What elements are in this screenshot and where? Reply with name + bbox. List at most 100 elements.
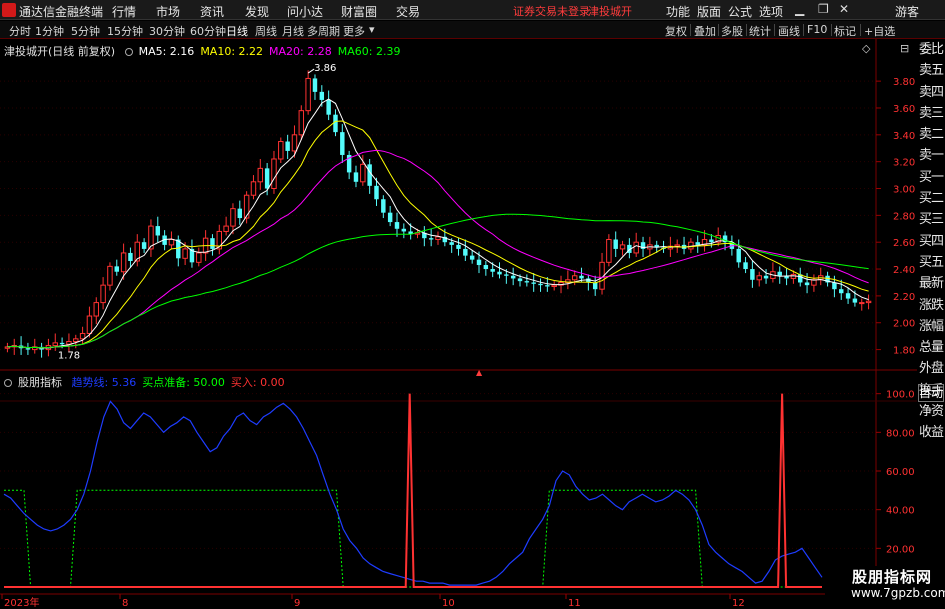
menu-item-function[interactable]: 功能 xyxy=(666,3,690,20)
period-tab-weekly[interactable]: 周线 xyxy=(255,23,277,39)
candle-body xyxy=(93,302,99,317)
menu-item-news[interactable]: 资讯 xyxy=(200,3,224,20)
pane-collapse-icon[interactable]: ⊟ xyxy=(900,42,909,55)
x-tick-label: 2023年 xyxy=(4,596,39,609)
indicator-toggle-icon[interactable] xyxy=(4,379,12,387)
multi-stock-button[interactable]: 多股 xyxy=(721,23,743,39)
candle-body xyxy=(756,275,762,281)
period-tab-more[interactable]: 更多 xyxy=(343,23,365,39)
y-tick-label: 3.00 xyxy=(893,185,915,196)
trend-line-label: 趋势线: 5.36 xyxy=(71,376,137,389)
overlay-button[interactable]: 叠加 xyxy=(694,23,716,39)
auto-button[interactable]: 自动 xyxy=(918,384,944,402)
candle-body xyxy=(538,283,543,286)
adjust-button[interactable]: 复权 xyxy=(665,23,687,39)
period-tab-daily[interactable]: 日线 xyxy=(226,23,248,39)
legend-toggle-icon[interactable] xyxy=(124,48,133,56)
candle-body xyxy=(476,259,482,266)
candle-body xyxy=(743,262,748,270)
chart-area[interactable]: ▲ ◇ ⊟ 3.80 3.60 3.40 3.20 3.00 2.80 2.60 2.40 2.… xyxy=(0,39,917,609)
side-item-buy2[interactable]: 买二 xyxy=(917,188,945,209)
y-tick-label: 80.00 xyxy=(886,428,915,439)
side-item-buy5[interactable]: 买五 xyxy=(917,252,945,273)
ma5-label: MA5: 2.16 xyxy=(138,45,195,58)
side-item-weibi[interactable]: 委比 xyxy=(917,39,945,60)
watermark-title: 股朋指标网 xyxy=(852,568,933,586)
candle-body xyxy=(360,163,366,183)
quote-side-panel: 委比 卖五 卖四 卖三 卖二 卖一 买一 买二 买三 买四 买五 最新 涨跌 涨… xyxy=(917,39,945,440)
period-tab-15min[interactable]: 15分钟 xyxy=(107,23,143,39)
divider xyxy=(803,24,804,36)
restore-icon[interactable]: ❐ xyxy=(818,2,829,16)
pane-settings-icon[interactable]: ◇ xyxy=(862,42,871,55)
stock-tab[interactable]: 津投城开 xyxy=(588,3,632,19)
candle-body xyxy=(695,242,700,245)
candle-body xyxy=(504,274,509,276)
candle-body xyxy=(291,134,298,152)
draw-line-button[interactable]: 画线 xyxy=(778,23,800,39)
candle-body xyxy=(196,252,202,263)
buy-ready-label: 买点准备: 50.00 xyxy=(142,376,225,389)
side-item-outer[interactable]: 外盘 xyxy=(917,358,945,379)
side-item-sell2[interactable]: 卖二 xyxy=(917,124,945,145)
candle-body xyxy=(763,275,769,279)
period-tab-1min[interactable]: 1分钟 xyxy=(35,23,64,39)
f10-button[interactable]: F10 xyxy=(807,23,827,36)
menu-item-formula[interactable]: 公式 xyxy=(728,3,752,20)
side-item-volume[interactable]: 总量 xyxy=(917,337,945,358)
low-price-annotation: 1.78 xyxy=(58,350,80,361)
side-item-sell4[interactable]: 卖四 xyxy=(917,82,945,103)
menu-item-ask[interactable]: 问小达 xyxy=(287,3,323,20)
y-tick-label: 2.40 xyxy=(893,265,915,276)
period-tab-multi[interactable]: 多周期 xyxy=(307,23,340,39)
candle-body xyxy=(524,281,530,283)
minimize-icon[interactable]: ▁ xyxy=(795,2,804,16)
statistics-button[interactable]: 统计 xyxy=(749,23,771,39)
menu-item-options[interactable]: 选项 xyxy=(759,3,783,20)
side-item-sell5[interactable]: 卖五 xyxy=(917,60,945,81)
menu-item-wealth[interactable]: 财富圈 xyxy=(341,3,377,20)
buy-signal-line xyxy=(4,393,822,588)
period-tab-60min[interactable]: 60分钟 xyxy=(190,23,226,39)
side-item-buy3[interactable]: 买三 xyxy=(917,209,945,230)
chevron-down-icon[interactable]: ▾ xyxy=(369,23,375,36)
menu-item-discover[interactable]: 发现 xyxy=(245,3,269,20)
main-chart-legend: 津投城开(日线 前复权) MA5: 2.16 MA10: 2.22 MA20: 2.… xyxy=(4,43,406,59)
side-item-sell1[interactable]: 卖一 xyxy=(917,145,945,166)
period-tab-monthly[interactable]: 月线 xyxy=(282,23,304,39)
side-item-buy1[interactable]: 买一 xyxy=(917,167,945,188)
menu-item-exchange[interactable]: 市场 xyxy=(156,3,180,20)
period-tab-5min[interactable]: 5分钟 xyxy=(71,23,100,39)
candle-body xyxy=(257,167,264,183)
menu-item-trade[interactable]: 交易 xyxy=(396,3,420,20)
period-tab-intraday[interactable]: 分时 xyxy=(9,23,31,39)
side-item-sell3[interactable]: 卖三 xyxy=(917,103,945,124)
candle-body xyxy=(777,271,782,276)
side-item-change[interactable]: 涨跌 xyxy=(917,295,945,316)
candle-body xyxy=(374,185,379,200)
mark-button[interactable]: 标记 xyxy=(834,23,856,39)
side-item-earnings[interactable]: 收益 xyxy=(917,422,945,443)
stock-name: 津投城开 xyxy=(4,45,48,58)
watermark: 股朋指标网 www.7gpzb.com xyxy=(825,566,945,609)
candle-body xyxy=(250,181,257,196)
candle-body xyxy=(52,342,58,347)
y-tick-label: 3.80 xyxy=(893,77,915,88)
add-watchlist-button[interactable]: +自选 xyxy=(864,23,895,39)
menu-item-layout[interactable]: 版面 xyxy=(697,3,721,20)
login-warning[interactable]: 证券交易未登录 xyxy=(513,3,590,19)
period-tab-30min[interactable]: 30分钟 xyxy=(149,23,185,39)
divider xyxy=(690,24,691,36)
candle-body xyxy=(510,275,516,279)
side-item-change-pct[interactable]: 涨幅 xyxy=(917,316,945,337)
side-item-latest[interactable]: 最新 xyxy=(917,273,945,294)
candle-body xyxy=(100,284,106,304)
side-item-buy4[interactable]: 买四 xyxy=(917,231,945,252)
close-icon[interactable]: ✕ xyxy=(839,2,849,16)
candle-body xyxy=(298,110,305,136)
candle-body xyxy=(59,342,65,345)
candle-body xyxy=(223,225,229,232)
guest-label[interactable]: 游客 xyxy=(895,3,919,20)
menu-item-market[interactable]: 行情 xyxy=(112,3,136,20)
side-item-net-asset[interactable]: 净资 xyxy=(917,401,945,422)
